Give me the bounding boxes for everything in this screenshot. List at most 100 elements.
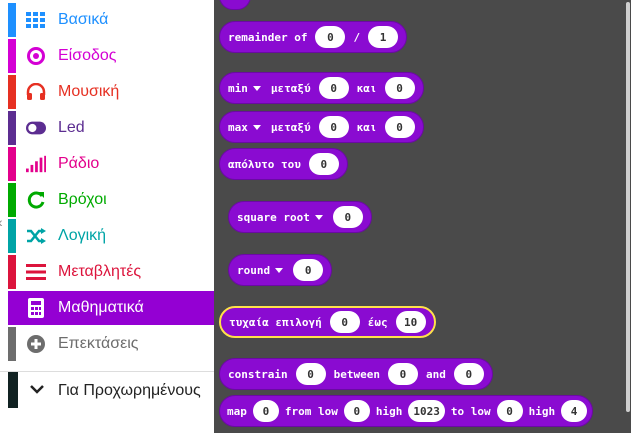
category-stripe: [8, 291, 16, 325]
operator-dropdown[interactable]: square root: [237, 211, 323, 224]
category-stripe: [8, 39, 16, 73]
plus-circle-icon: [26, 334, 46, 354]
category-label: Μουσική: [58, 83, 120, 100]
block-label: high: [528, 404, 556, 418]
category-stripe: [8, 111, 16, 145]
target-icon: [26, 46, 46, 66]
block-label: μεταξύ: [270, 120, 311, 134]
category-label: Led: [58, 119, 85, 136]
number-slot[interactable]: 0: [384, 77, 415, 99]
refresh-icon: [26, 190, 46, 210]
number-slot[interactable]: 1: [368, 26, 399, 48]
category-logic[interactable]: Λογική: [8, 219, 214, 253]
category-extensions[interactable]: Επεκτάσεις: [8, 327, 214, 361]
number-slot[interactable]: 0: [308, 153, 339, 175]
category-music[interactable]: Μουσική: [8, 75, 214, 109]
block-remainder[interactable]: remainder of 0 / 1: [219, 21, 408, 53]
number-slot[interactable]: 0: [295, 363, 326, 385]
caret-down-icon: [252, 124, 261, 130]
block-label: τυχαία επιλογή: [229, 315, 322, 329]
grid-icon: [26, 10, 46, 30]
category-stripe: [8, 219, 16, 253]
number-slot[interactable]: 0: [318, 116, 349, 138]
category-stripe: [8, 372, 18, 408]
category-led[interactable]: Led: [8, 111, 214, 145]
number-slot[interactable]: 0: [343, 400, 370, 422]
number-slot[interactable]: 0: [453, 363, 484, 385]
category-stripe: [8, 255, 16, 289]
shuffle-icon: [26, 226, 46, 246]
block-random[interactable]: τυχαία επιλογή 0 έως 10: [219, 306, 436, 338]
block-label: έως: [367, 315, 388, 329]
chevron-down-icon: [28, 380, 46, 398]
category-label: Είσοδος: [58, 47, 117, 64]
block-label: και: [356, 120, 377, 134]
category-loops[interactable]: Βρόχοι: [8, 183, 214, 217]
toggle-icon: [26, 118, 46, 138]
operator-dropdown[interactable]: max: [228, 121, 261, 134]
category-label: Μεταβλητές: [58, 263, 142, 280]
category-label: Ράδιο: [58, 155, 100, 172]
advanced-label: Για Προχωρημένους: [58, 382, 201, 399]
block-label: and: [425, 367, 446, 381]
number-slot[interactable]: 0: [318, 77, 349, 99]
block-abs[interactable]: απόλυτο του 0: [219, 148, 348, 180]
number-slot[interactable]: 0: [332, 206, 363, 228]
block-label: from low: [284, 404, 338, 418]
block-label: και: [356, 81, 377, 95]
block-square-root[interactable]: square root 0: [228, 201, 372, 233]
list-icon: [26, 262, 46, 282]
operator-dropdown[interactable]: min: [228, 82, 261, 95]
block-label: constrain: [228, 367, 288, 381]
block-min[interactable]: min μεταξύ 0 και 0: [219, 72, 424, 104]
number-slot[interactable]: 0: [384, 116, 415, 138]
category-input[interactable]: Είσοδος: [8, 39, 214, 73]
number-slot[interactable]: 0: [293, 259, 324, 281]
category-variables[interactable]: Μεταβλητές: [8, 255, 214, 289]
caret-down-icon: [252, 85, 261, 91]
flyout-scrollbar[interactable]: [626, 2, 630, 412]
chevron-left-icon[interactable]: ‹: [0, 214, 3, 230]
category-stripe: [8, 147, 16, 181]
operator-dropdown[interactable]: round: [237, 263, 284, 277]
category-stripe: [8, 3, 16, 37]
calculator-icon: [26, 298, 46, 318]
block-constrain[interactable]: constrain 0 between 0 and 0: [219, 358, 493, 390]
number-slot[interactable]: 4: [561, 400, 588, 422]
number-slot[interactable]: 0: [387, 363, 418, 385]
block-partial-top[interactable]: [219, 0, 251, 10]
category-stripe: [8, 75, 16, 109]
category-math[interactable]: Μαθηματικά: [8, 291, 214, 325]
number-slot[interactable]: 0: [252, 400, 279, 422]
toolbox: ‹ Βασικά Είσοδος Μουσική Led: [0, 0, 214, 433]
category-basic[interactable]: Βασικά: [8, 3, 214, 37]
category-stripe: [8, 183, 16, 217]
category-stripe: [8, 327, 16, 361]
number-slot[interactable]: 1023: [408, 400, 445, 422]
block-max[interactable]: max μεταξύ 0 και 0: [219, 111, 424, 143]
block-label: μεταξύ: [270, 81, 311, 95]
category-radio[interactable]: Ράδιο: [8, 147, 214, 181]
number-slot[interactable]: 0: [329, 311, 360, 333]
caret-down-icon: [314, 214, 323, 220]
block-label: between: [333, 367, 380, 381]
dropdown-value: min: [228, 81, 248, 95]
dropdown-value: round: [237, 263, 271, 277]
block-label: /: [353, 30, 361, 44]
block-label: high: [375, 404, 403, 418]
block-flyout: remainder of 0 / 1 min μεταξύ 0 και 0 ma…: [214, 0, 631, 433]
category-label: Βασικά: [58, 11, 109, 28]
number-slot[interactable]: 0: [315, 26, 346, 48]
signal-bars-icon: [26, 154, 46, 174]
headphones-icon: [26, 82, 46, 102]
caret-down-icon: [275, 267, 284, 273]
block-map[interactable]: map 0 from low 0 high 1023 to low 0 high…: [219, 395, 594, 427]
block-round[interactable]: round 0: [228, 254, 333, 286]
advanced-category-toggle[interactable]: Για Προχωρημένους: [0, 371, 214, 408]
number-slot[interactable]: 0: [496, 400, 523, 422]
category-label: Μαθηματικά: [58, 299, 144, 316]
category-label: Λογική: [58, 227, 107, 244]
category-label: Επεκτάσεις: [58, 335, 139, 352]
block-label: απόλυτο του: [228, 157, 301, 171]
number-slot[interactable]: 10: [395, 311, 426, 333]
